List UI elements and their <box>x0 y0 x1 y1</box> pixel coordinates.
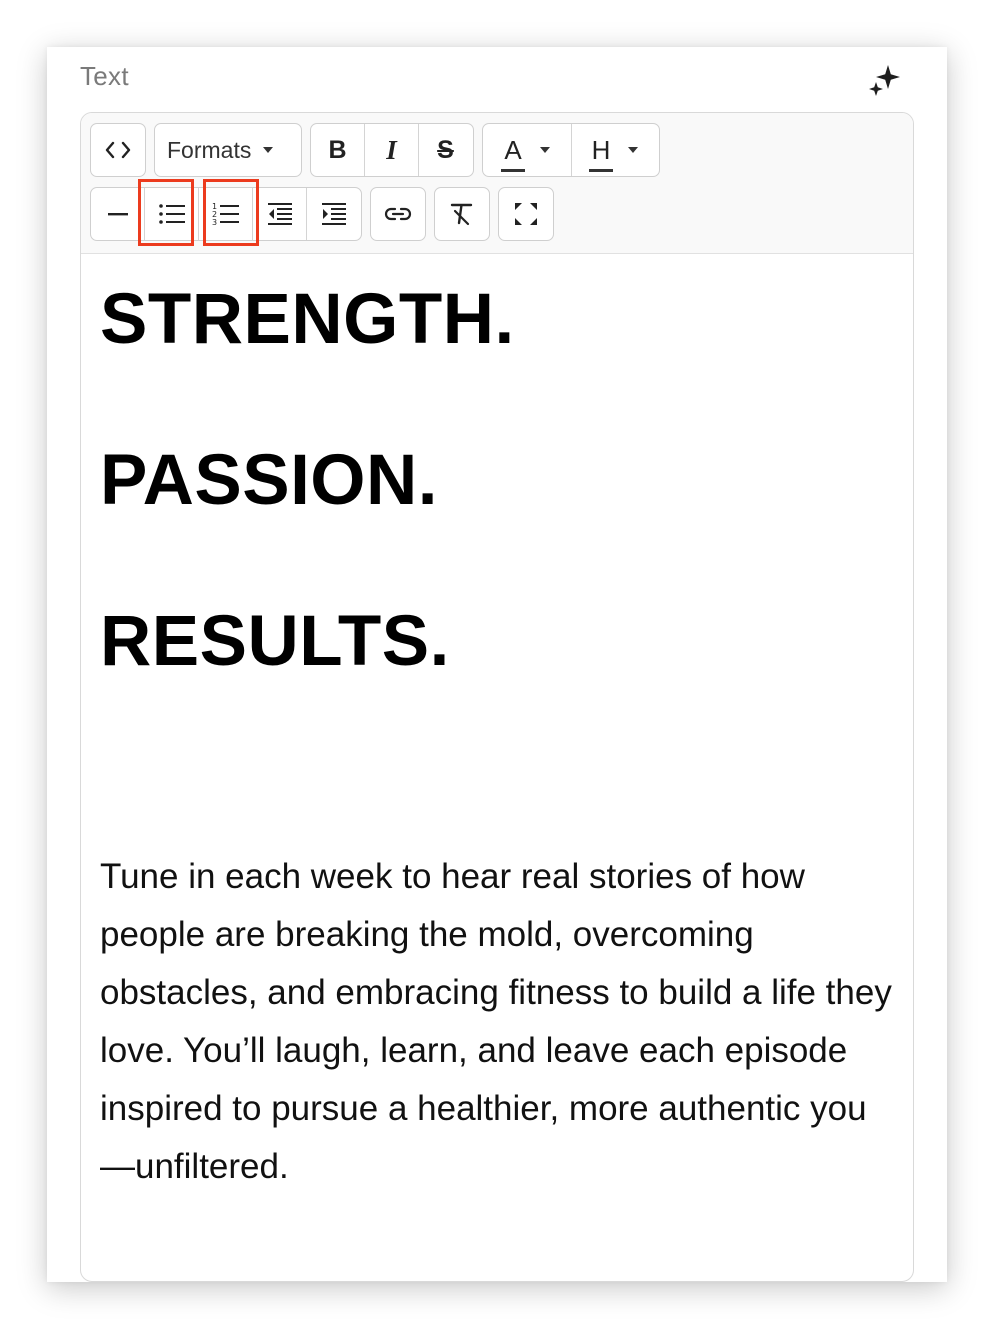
list-indent-group: 1 2 3 <box>90 187 362 241</box>
text-style-group: B I S <box>310 123 474 177</box>
bullet-list-button[interactable] <box>145 188 199 240</box>
indent-button[interactable] <box>307 188 360 240</box>
link-icon <box>384 206 412 222</box>
numbered-list-button[interactable]: 1 2 3 <box>199 188 253 240</box>
bold-icon: B <box>328 135 347 164</box>
source-code-button[interactable] <box>91 124 144 176</box>
chevron-down-icon <box>628 147 639 153</box>
formats-group: Formats <box>154 123 302 177</box>
outdent-icon <box>267 202 293 226</box>
strikethrough-button[interactable]: S <box>419 124 472 176</box>
highlight-color-label: H <box>588 137 614 172</box>
body-paragraph: Tune in each week to hear real stories o… <box>100 857 892 1186</box>
strikethrough-icon: S <box>437 135 454 164</box>
horizontal-rule-icon <box>107 211 129 217</box>
editor-content[interactable]: STRENGTH. PASSION. RESULTS. Tune in each… <box>100 253 894 1281</box>
fullscreen-button[interactable] <box>499 188 552 240</box>
fullscreen-icon <box>513 201 539 227</box>
italic-button[interactable]: I <box>365 124 419 176</box>
chevron-down-icon <box>539 147 550 153</box>
rich-text-editor: Formats B I S A H 1 2 3 STRENGTH. PASSIO… <box>80 112 914 1282</box>
outdent-button[interactable] <box>253 188 307 240</box>
bullet-list-icon <box>158 202 186 226</box>
bold-button[interactable]: B <box>311 124 365 176</box>
heading-results: RESULTS. <box>100 602 450 681</box>
fullscreen-group <box>498 187 554 241</box>
panel-title: Text <box>80 61 129 91</box>
highlight-color-button[interactable]: H <box>572 124 658 176</box>
clear-formatting-group <box>434 187 490 241</box>
editor-toolbar: Formats B I S A H 1 2 3 <box>81 113 913 254</box>
clear-formatting-button[interactable] <box>435 188 488 240</box>
clear-formatting-icon <box>449 202 475 226</box>
horizontal-rule-button[interactable] <box>91 188 145 240</box>
italic-icon: I <box>386 134 397 165</box>
code-icon <box>104 140 132 160</box>
sparkle-icon[interactable] <box>867 63 901 97</box>
color-group: A H <box>482 123 660 177</box>
heading-passion: PASSION. <box>100 441 439 520</box>
link-group <box>370 187 426 241</box>
heading-strength: STRENGTH. <box>100 280 515 359</box>
text-color-button[interactable]: A <box>483 124 572 176</box>
source-code-group <box>90 123 146 177</box>
text-color-label: A <box>501 137 525 172</box>
chevron-down-icon <box>263 147 274 153</box>
svg-text:3: 3 <box>212 218 217 227</box>
link-button[interactable] <box>371 188 424 240</box>
text-block-panel: Text Formats B I S A H 1 2 3 STRENGTH. P… <box>47 47 947 1282</box>
numbered-list-icon: 1 2 3 <box>212 201 240 227</box>
indent-icon <box>321 202 347 226</box>
formats-label: Formats <box>167 136 252 163</box>
formats-dropdown[interactable]: Formats <box>155 124 300 176</box>
